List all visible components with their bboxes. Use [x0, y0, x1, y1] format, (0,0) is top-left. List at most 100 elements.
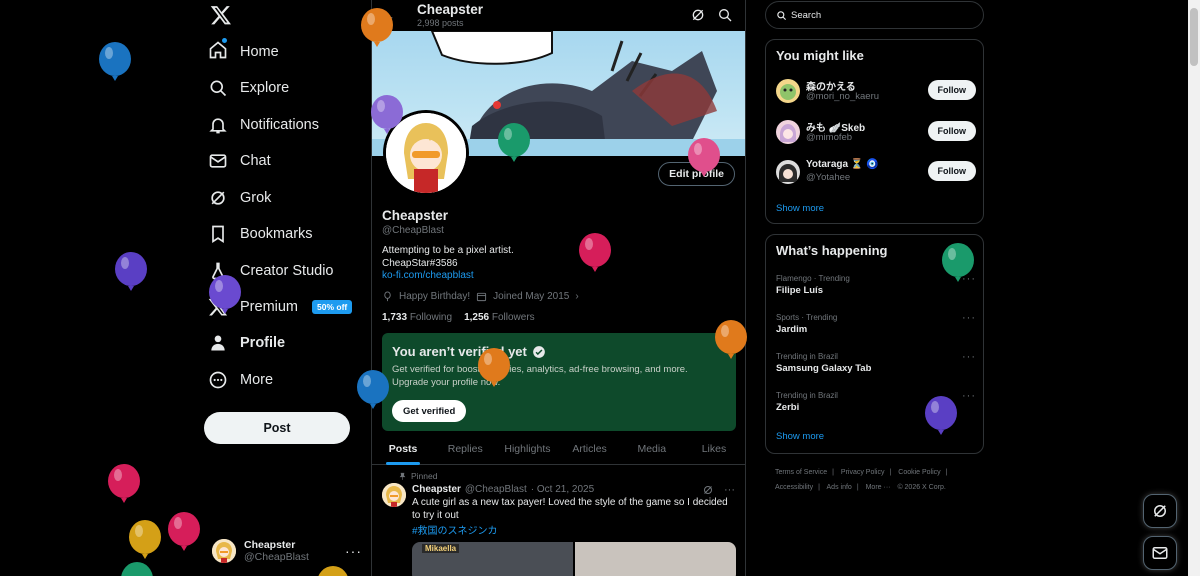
balloon-icon — [384, 291, 391, 302]
person-icon — [211, 335, 225, 351]
nav-explore[interactable]: Explore — [208, 73, 289, 103]
post-hashtag[interactable]: #救国のスネジンカ — [412, 522, 498, 537]
tab-highlights[interactable]: Highlights — [496, 437, 558, 464]
nav-chat[interactable]: Chat — [208, 146, 271, 176]
nav-grok[interactable]: Grok — [208, 183, 271, 213]
footer-link[interactable]: Ads info — [827, 484, 852, 491]
nav-profile-label: Profile — [240, 335, 286, 351]
post-date[interactable]: · Oct 21, 2025 — [531, 484, 594, 495]
suggested-user[interactable]: 森のかえる @mori_no_kaeru Follow — [776, 76, 976, 106]
tab-articles[interactable]: Articles — [559, 437, 621, 464]
suggested-user-handle: @Yotahee — [806, 172, 851, 183]
media-image[interactable]: Mikaella — [412, 542, 573, 576]
suggested-user-handle: @mori_no_kaeru — [806, 91, 880, 102]
right-sidebar: You might like 森のかえる @mori_no_kaeru Foll… — [765, 0, 985, 576]
nav-profile[interactable]: Profile — [208, 328, 285, 358]
messages-floating-button[interactable] — [1143, 536, 1177, 570]
follow-button[interactable]: Follow — [927, 161, 976, 181]
media-image[interactable] — [575, 542, 736, 576]
profile-column: ← Cheapster 2,998 posts Edit profile Che… — [371, 0, 746, 576]
avatar[interactable] — [382, 483, 406, 507]
nav-notifications[interactable]: Notifications — [208, 110, 319, 140]
nav-more-label: More — [240, 372, 274, 388]
tab-replies[interactable]: Replies — [434, 437, 496, 464]
show-more-link[interactable]: Show more — [776, 431, 824, 442]
profile-meta: Happy Birthday! Joined May 2015 › — [382, 291, 579, 302]
balloon-icon — [498, 123, 530, 162]
post-author-handle[interactable]: @CheapBlast — [465, 484, 527, 495]
footer-link[interactable]: Terms of Service — [775, 469, 827, 476]
suggested-user[interactable]: Yotaraga ⏳ 🧿 @Yotahee Follow — [776, 157, 976, 187]
footer-link[interactable]: Cookie Policy — [898, 469, 940, 476]
grok-icon[interactable] — [702, 484, 714, 496]
get-verified-button[interactable]: Get verified — [392, 400, 467, 422]
more-dots-icon[interactable]: ··· — [962, 312, 976, 324]
nav-bookmarks[interactable]: Bookmarks — [208, 219, 313, 249]
show-more-link[interactable]: Show more — [776, 203, 824, 214]
following-link[interactable]: 1,733 Following — [382, 312, 452, 323]
search-bar[interactable] — [765, 1, 984, 29]
tab-likes[interactable]: Likes — [683, 437, 745, 464]
nav-home[interactable]: Home — [208, 37, 279, 67]
footer-link[interactable]: Privacy Policy — [841, 469, 885, 476]
footer-separator: | — [945, 469, 948, 476]
balloon-icon — [579, 233, 611, 272]
avatar — [776, 79, 800, 103]
nav-premium-label: Premium — [240, 299, 299, 315]
footer-link[interactable]: More ··· — [866, 484, 891, 491]
more-dots-icon[interactable]: ··· — [962, 351, 976, 363]
joined-date: Joined May 2015 — [493, 291, 570, 302]
post-author-name[interactable]: Cheapster — [412, 484, 461, 495]
suggested-user-name: Yotaraga ⏳ 🧿 — [806, 159, 879, 170]
follow-button[interactable]: Follow — [927, 121, 976, 141]
account-switcher[interactable]: Cheapster @CheapBlast ··· — [212, 536, 362, 566]
avatar — [776, 160, 800, 184]
account-handle: @CheapBlast — [244, 550, 309, 563]
trend-item[interactable]: Trending in Brazil Samsung Galaxy Tab ··… — [776, 351, 976, 381]
balloon-icon — [115, 252, 147, 291]
page-scrollbar[interactable] — [1188, 0, 1200, 576]
avatar — [776, 120, 800, 144]
following-count: 1,733 — [382, 312, 408, 323]
balloon-icon — [129, 520, 161, 559]
post-text: A cute girl as a new tax payer! Loved th… — [412, 497, 728, 521]
followers-link[interactable]: 1,256 Followers — [464, 312, 535, 323]
grok-icon — [1154, 505, 1166, 517]
avatar — [212, 539, 236, 563]
grok-floating-button[interactable] — [1143, 494, 1177, 528]
trend-item[interactable]: Sports · Trending Jardim ··· — [776, 312, 976, 342]
chevron-right-icon[interactable]: › — [575, 291, 578, 302]
post-button[interactable]: Post — [204, 412, 350, 444]
footer-link[interactable]: Accessibility — [775, 484, 813, 491]
nav-explore-label: Explore — [240, 80, 290, 96]
more-dots-icon[interactable]: ··· — [962, 390, 976, 402]
copyright: © 2026 X Corp. — [897, 484, 946, 491]
trend-topic: Samsung Galaxy Tab — [776, 363, 872, 374]
grok-icon[interactable] — [690, 7, 706, 23]
trend-context: Sports · Trending — [776, 313, 838, 322]
tab-media[interactable]: Media — [621, 437, 683, 464]
panel-title: You might like — [776, 48, 864, 63]
nav-bookmarks-label: Bookmarks — [240, 226, 313, 242]
search-input[interactable] — [791, 9, 971, 21]
media-label: Mikaella — [422, 544, 460, 553]
balloon-icon — [478, 348, 510, 387]
profile-tabs: Posts Replies Highlights Articles Media … — [372, 437, 745, 465]
post-media[interactable]: Mikaella — [412, 542, 736, 576]
pinned-post[interactable]: Pinned Cheapster @CheapBlast · Oct 21, 2… — [372, 466, 745, 576]
profile-link[interactable]: ko-fi.com/cheapblast — [382, 270, 514, 283]
search-icon[interactable] — [717, 7, 733, 23]
balloon-icon — [371, 95, 403, 134]
x-logo-icon[interactable] — [210, 4, 232, 26]
tab-posts[interactable]: Posts — [372, 437, 434, 464]
followers-count: 1,256 — [464, 312, 490, 323]
more-dots-icon[interactable]: ··· — [724, 484, 735, 496]
scrollbar-thumb[interactable] — [1190, 8, 1198, 66]
nav-more[interactable]: More — [208, 365, 273, 395]
follow-button[interactable]: Follow — [927, 80, 976, 100]
panel-title: What’s happening — [776, 243, 888, 258]
nav-creator-studio-label: Creator Studio — [240, 263, 334, 279]
notification-dot — [222, 38, 227, 43]
profile-handle: @CheapBlast — [382, 225, 444, 236]
suggested-user[interactable]: みも 🪽Skeb @mimofeb Follow — [776, 117, 976, 147]
